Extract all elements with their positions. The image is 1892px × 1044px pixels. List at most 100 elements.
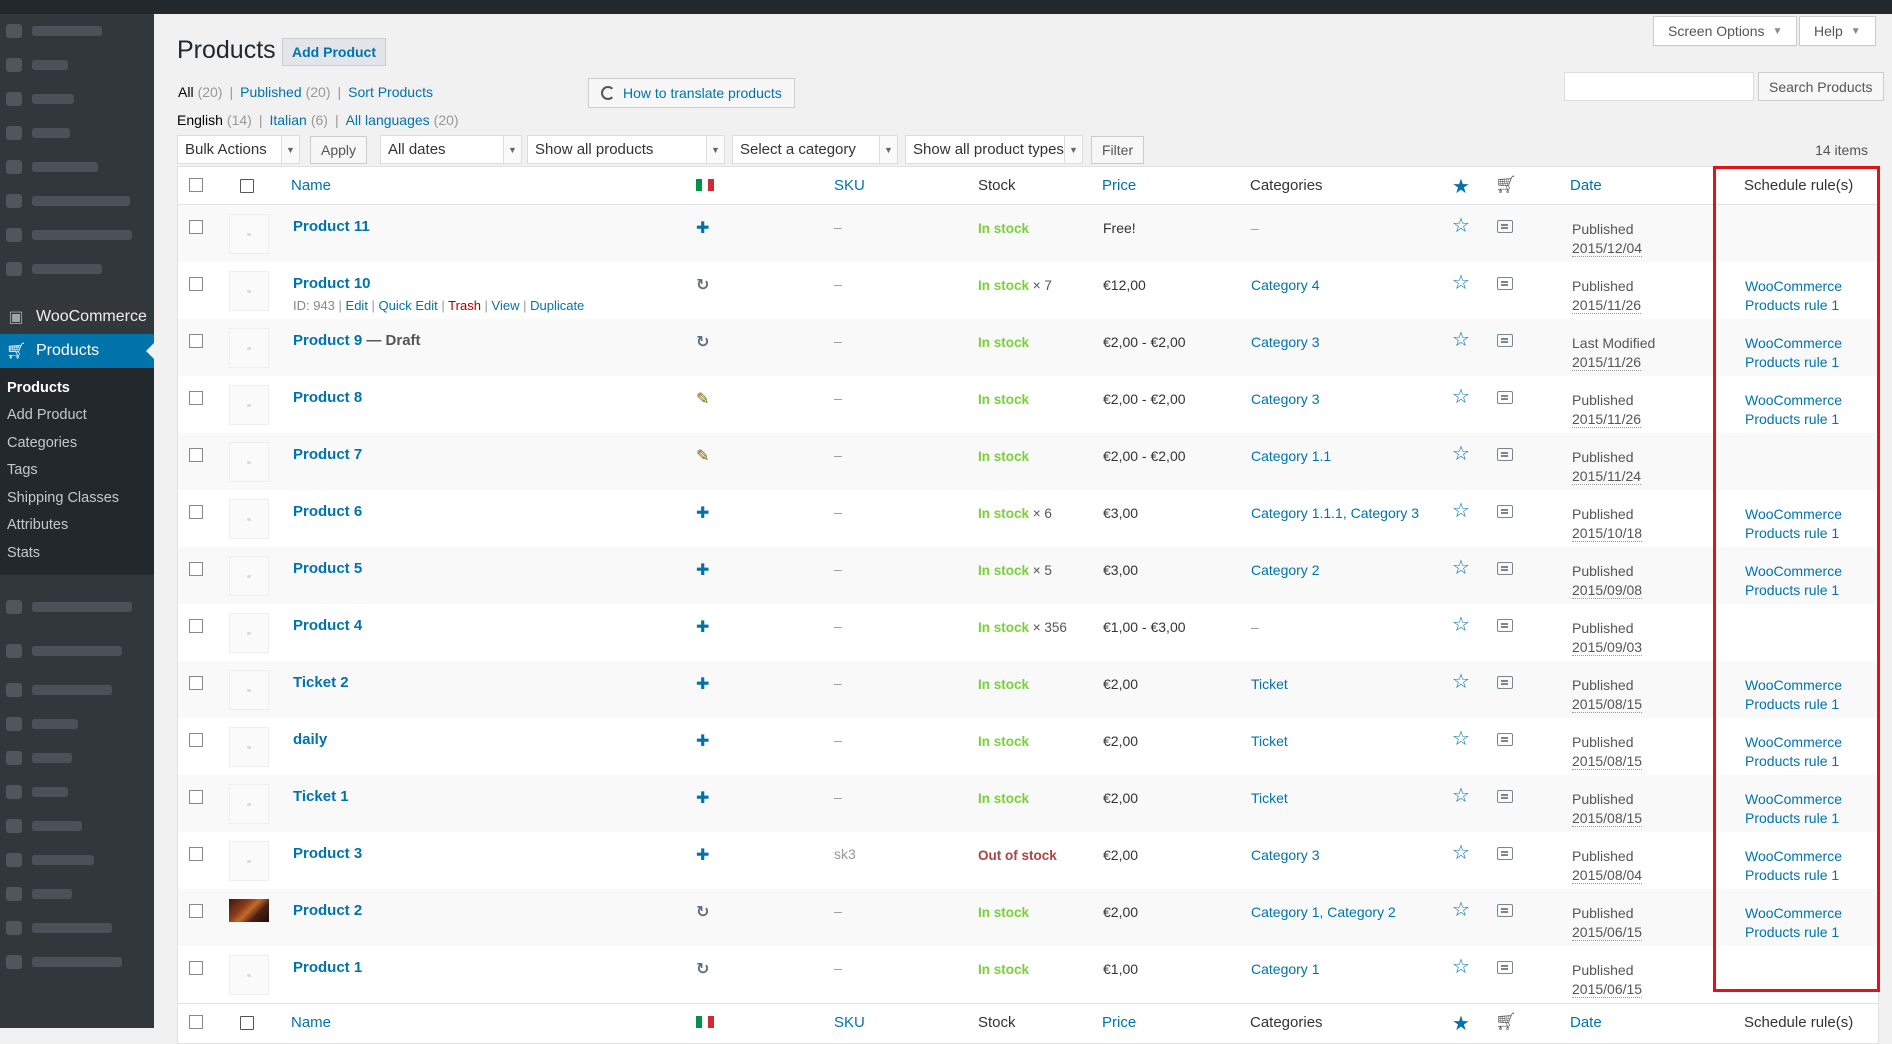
- categories-value[interactable]: Category 3: [1251, 391, 1319, 407]
- add-product-button[interactable]: Add Product: [282, 38, 386, 66]
- schedule-rule-link[interactable]: WooCommerce Products rule 1: [1745, 277, 1842, 315]
- column-date[interactable]: Date: [1570, 177, 1602, 194]
- row-checkbox[interactable]: [189, 448, 203, 462]
- categories-value[interactable]: Category 3: [1251, 847, 1319, 863]
- row-checkbox[interactable]: [189, 334, 203, 348]
- column-sku[interactable]: SKU: [834, 177, 865, 194]
- product-name-link[interactable]: Ticket 1: [293, 788, 349, 805]
- update-translation-icon[interactable]: ↻: [696, 332, 709, 352]
- row-checkbox[interactable]: [189, 619, 203, 633]
- sidebar-item-blurred[interactable]: [0, 48, 154, 82]
- update-translation-icon[interactable]: ↻: [696, 275, 709, 295]
- lang-italian-link[interactable]: Italian: [269, 112, 306, 128]
- product-thumbnail[interactable]: [229, 271, 269, 311]
- categories-value[interactable]: Category 3: [1251, 334, 1319, 350]
- featured-star-icon[interactable]: ☆: [1452, 840, 1470, 865]
- categories-value[interactable]: Ticket: [1251, 790, 1288, 806]
- product-thumbnail[interactable]: [229, 670, 269, 710]
- add-translation-icon[interactable]: ✚: [696, 218, 709, 238]
- edit-translation-icon[interactable]: ✎: [696, 446, 709, 466]
- dates-select[interactable]: All dates ▼: [380, 135, 522, 164]
- sidebar-item-blurred[interactable]: [0, 809, 154, 843]
- edit-link[interactable]: Edit: [346, 298, 368, 313]
- sidebar-item-woocommerce[interactable]: ▣ WooCommerce: [0, 300, 154, 334]
- update-translation-icon[interactable]: ↻: [696, 902, 709, 922]
- product-thumbnail[interactable]: [229, 613, 269, 653]
- add-translation-icon[interactable]: ✚: [696, 560, 709, 580]
- product-name-link[interactable]: Product 8: [293, 389, 362, 406]
- product-name-link[interactable]: Product 2: [293, 902, 362, 919]
- sidebar-item-blurred[interactable]: [0, 877, 154, 911]
- product-name-link[interactable]: Product 3: [293, 845, 362, 862]
- product-name-link[interactable]: Product 4: [293, 617, 362, 634]
- column-name-footer[interactable]: Name: [291, 1014, 331, 1031]
- featured-star-icon[interactable]: ☆: [1452, 555, 1470, 580]
- categories-value[interactable]: Category 1.1.1, Category 3: [1251, 505, 1419, 521]
- categories-value[interactable]: Ticket: [1251, 733, 1288, 749]
- schedule-rule-link[interactable]: WooCommerce Products rule 1: [1745, 334, 1842, 372]
- row-checkbox[interactable]: [189, 847, 203, 861]
- featured-column-star-icon[interactable]: ★: [1452, 1011, 1470, 1036]
- row-checkbox[interactable]: [189, 505, 203, 519]
- submenu-item-stats[interactable]: Stats: [0, 539, 154, 567]
- how-to-translate-button[interactable]: How to translate products: [588, 78, 795, 108]
- featured-star-icon[interactable]: ☆: [1452, 327, 1470, 352]
- quick-edit-link[interactable]: Quick Edit: [379, 298, 438, 313]
- sidebar-item-blurred[interactable]: [0, 673, 154, 707]
- product-thumbnail[interactable]: [229, 955, 269, 995]
- help-button[interactable]: Help ▼: [1799, 16, 1876, 46]
- column-sku-footer[interactable]: SKU: [834, 1014, 865, 1031]
- featured-column-star-icon[interactable]: ★: [1452, 174, 1470, 199]
- add-translation-icon[interactable]: ✚: [696, 731, 709, 751]
- row-checkbox[interactable]: [189, 562, 203, 576]
- submenu-item-shipping-classes[interactable]: Shipping Classes: [0, 484, 154, 512]
- product-name[interactable]: daily: [293, 731, 327, 748]
- product-name[interactable]: Product 6: [293, 503, 362, 520]
- featured-star-icon[interactable]: ☆: [1452, 954, 1470, 979]
- product-name-link[interactable]: Product 10: [293, 275, 371, 292]
- categories-value[interactable]: Category 1.1: [1251, 448, 1331, 464]
- product-thumbnail[interactable]: [229, 442, 269, 482]
- row-checkbox[interactable]: [189, 904, 203, 918]
- product-thumbnail[interactable]: [229, 214, 269, 254]
- filter-button[interactable]: Filter: [1091, 136, 1145, 164]
- product-name-link[interactable]: Product 11: [293, 218, 370, 235]
- product-thumbnail[interactable]: [229, 784, 269, 824]
- duplicate-link[interactable]: Duplicate: [530, 298, 584, 313]
- sidebar-item-blurred[interactable]: [0, 184, 154, 218]
- add-translation-icon[interactable]: ✚: [696, 788, 709, 808]
- sidebar-item-blurred[interactable]: [0, 82, 154, 116]
- product-name-link[interactable]: Product 5: [293, 560, 362, 577]
- column-price[interactable]: Price: [1102, 177, 1136, 194]
- submenu-item-categories[interactable]: Categories: [0, 429, 154, 457]
- categories-value[interactable]: Category 2: [1251, 562, 1319, 578]
- view-published-link[interactable]: Published: [240, 84, 302, 100]
- sidebar-item-blurred[interactable]: [0, 629, 154, 673]
- product-name[interactable]: Product 5: [293, 560, 362, 577]
- sidebar-item-blurred[interactable]: [0, 911, 154, 945]
- product-thumbnail[interactable]: [229, 899, 269, 922]
- apply-button[interactable]: Apply: [310, 136, 368, 164]
- sidebar-item-blurred[interactable]: [0, 14, 154, 48]
- add-translation-icon[interactable]: ✚: [696, 674, 709, 694]
- product-name[interactable]: Product 10: [293, 275, 371, 292]
- schedule-rule-link[interactable]: WooCommerce Products rule 1: [1745, 391, 1842, 429]
- sidebar-item-blurred[interactable]: [0, 218, 154, 252]
- product-name-link[interactable]: Product 7: [293, 446, 362, 463]
- row-checkbox[interactable]: [189, 961, 203, 975]
- schedule-rule-link[interactable]: WooCommerce Products rule 1: [1745, 676, 1842, 714]
- sidebar-item-blurred[interactable]: [0, 741, 154, 775]
- sidebar-item-blurred[interactable]: [0, 150, 154, 184]
- product-thumbnail[interactable]: [229, 328, 269, 368]
- add-translation-icon[interactable]: ✚: [696, 845, 709, 865]
- categories-value[interactable]: Category 1, Category 2: [1251, 904, 1396, 920]
- product-name[interactable]: Product 1: [293, 959, 362, 976]
- update-translation-icon[interactable]: ↻: [696, 959, 709, 979]
- product-name-link[interactable]: Product 6: [293, 503, 362, 520]
- product-name[interactable]: Product 3: [293, 845, 362, 862]
- add-translation-icon[interactable]: ✚: [696, 617, 709, 637]
- add-translation-icon[interactable]: ✚: [696, 503, 709, 523]
- featured-star-icon[interactable]: ☆: [1452, 498, 1470, 523]
- product-name-link[interactable]: Ticket 2: [293, 674, 349, 691]
- product-filter-select[interactable]: Show all products ▼: [527, 135, 725, 164]
